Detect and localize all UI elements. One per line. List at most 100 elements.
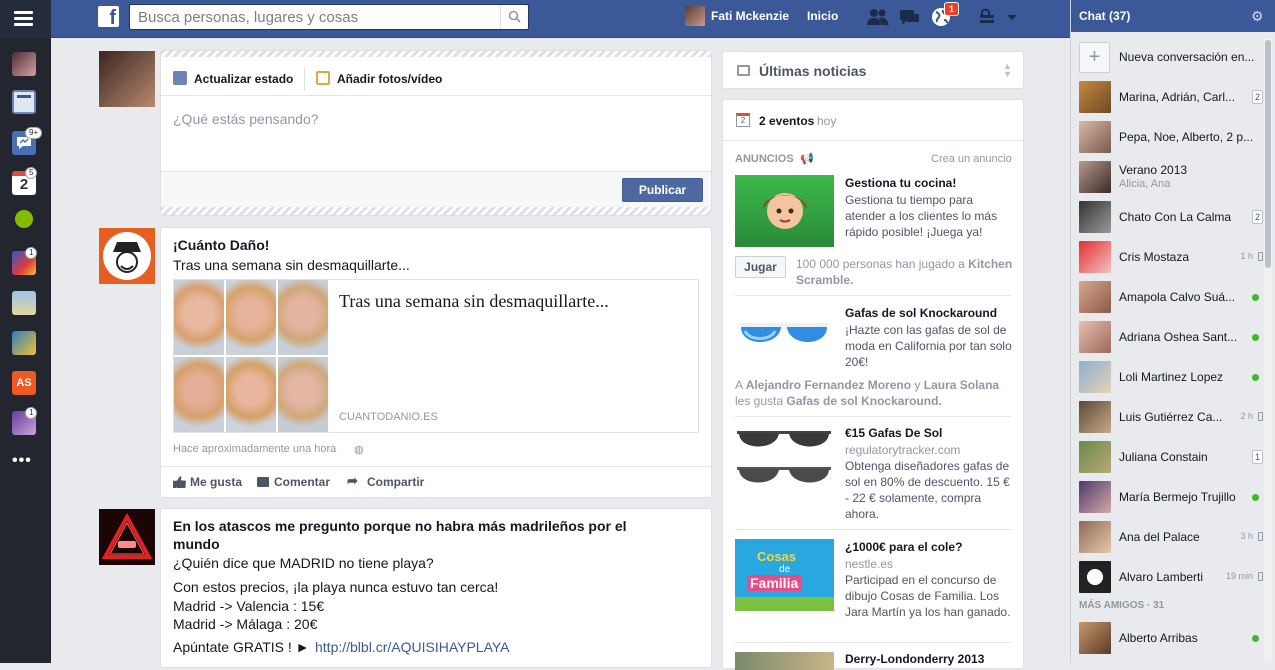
- like-button[interactable]: Me gusta: [190, 475, 242, 489]
- chat-row[interactable]: María Bermejo Trujillo: [1079, 480, 1265, 514]
- more-apps-icon[interactable]: •••: [12, 452, 32, 470]
- ad-title[interactable]: Gestiona tu cocina!: [845, 176, 956, 190]
- chat-name: Chato Con La Calma: [1119, 210, 1232, 224]
- chat-avatar: [1079, 561, 1111, 593]
- chat-avatar: [1079, 321, 1111, 353]
- chat-avatar: [1079, 361, 1111, 393]
- mobile-icon: [1258, 252, 1263, 261]
- user-avatar[interactable]: [685, 6, 705, 26]
- ad-image-text: Cosas: [757, 549, 797, 564]
- profile-link[interactable]: Fati Mckenzie: [711, 0, 789, 38]
- chat-row[interactable]: Adriana Oshea Sant...: [1079, 320, 1265, 354]
- play-button[interactable]: Jugar: [735, 256, 786, 278]
- ad-title[interactable]: Derry-Londonderry 2013: [845, 652, 984, 666]
- status-input[interactable]: ¿Qué estás pensando?: [173, 111, 319, 127]
- profile-avatar[interactable]: [12, 52, 36, 76]
- add-photo-tab[interactable]: Añadir fotos/vídeo: [337, 72, 442, 86]
- post-timestamp[interactable]: Hace aproximadamente una hora: [173, 443, 336, 455]
- chat-name: Verano 2013 Alicia, Ana: [1119, 163, 1269, 191]
- ad-social-person[interactable]: Laura Solana: [924, 378, 999, 392]
- gear-icon[interactable]: ⚙: [1251, 8, 1264, 25]
- chat-row[interactable]: Chato Con La Calma 2: [1079, 200, 1265, 234]
- chat-avatar: [1079, 201, 1111, 233]
- post-card: ¡Cuánto Daño! Tras una semana sin desmaq…: [160, 227, 712, 498]
- comment-button[interactable]: Comentar: [274, 475, 330, 489]
- news-feed-icon[interactable]: [12, 90, 36, 114]
- like-icon: [173, 476, 186, 488]
- post-text-line: ¿Quién dice que MADRID no tiene playa?: [173, 555, 434, 571]
- facebook-logo-icon[interactable]: f: [98, 6, 119, 27]
- ad-social-page[interactable]: Gafas de sol Knockaround.: [786, 394, 941, 408]
- search-input[interactable]: [130, 5, 500, 29]
- messages-badge: 9+: [25, 127, 43, 139]
- ad-image-sunglasses[interactable]: [735, 305, 834, 377]
- chat-avatar: [1079, 121, 1111, 153]
- sort-icon[interactable]: ▲ ▼: [1003, 62, 1012, 79]
- chat-row[interactable]: Luis Gutiérrez Ca... 2 h: [1079, 400, 1265, 434]
- ad-text: ¡Hazte con las gafas de sol de moda en C…: [845, 323, 1012, 369]
- chat-avatar: [1079, 481, 1111, 513]
- friend-requests-icon[interactable]: [866, 6, 890, 28]
- post-text-line: Madrid -> Málaga : 20€: [173, 616, 318, 632]
- ad-title[interactable]: €15 Gafas De Sol: [845, 426, 942, 440]
- news-feed-header[interactable]: Últimas noticias ▲ ▼: [722, 51, 1024, 89]
- chat-avatar: [1079, 161, 1111, 193]
- ad-image-derry[interactable]: [735, 652, 834, 670]
- post-link[interactable]: http://blbl.cr/AQUISIHAYPLAYA: [315, 639, 510, 655]
- app-icon-landscape[interactable]: [12, 291, 36, 315]
- megaphone-icon: 📢: [800, 153, 814, 165]
- chat-row[interactable]: Ana del Palace 3 h: [1079, 520, 1265, 554]
- ad-image-family[interactable]: Cosas de Familia: [735, 539, 834, 611]
- chat-name: María Bermejo Trujillo: [1119, 490, 1236, 504]
- link-preview-image: [174, 280, 328, 432]
- ad-title[interactable]: ¿1000€ para el cole?: [845, 540, 962, 554]
- chat-scrollbar[interactable]: [1264, 38, 1272, 663]
- chat-row[interactable]: Pepa, Noe, Alberto, 2 p...: [1079, 120, 1265, 154]
- app-icon-as[interactable]: AS: [12, 371, 36, 395]
- new-conversation-icon[interactable]: +: [1079, 42, 1110, 73]
- messages-icon[interactable]: [898, 6, 922, 28]
- ad-social-person[interactable]: Alejandro Fernandez Moreno: [746, 378, 911, 392]
- chat-row[interactable]: Verano 2013 Alicia, Ana: [1079, 160, 1265, 194]
- chat-row[interactable]: Alberto Arribas: [1079, 621, 1265, 655]
- spotify-icon[interactable]: [15, 210, 33, 228]
- chat-name: Juliana Constain: [1119, 450, 1208, 464]
- post-title[interactable]: En los atascos me pregunto porque no hab…: [173, 517, 673, 553]
- chat-header[interactable]: Chat (37): [1071, 0, 1275, 32]
- ad-title[interactable]: Gafas de sol Knockaround: [845, 306, 997, 320]
- share-icon: ➦: [347, 473, 358, 488]
- chat-row[interactable]: Amapola Calvo Suá...: [1079, 280, 1265, 314]
- share-button[interactable]: Compartir: [367, 475, 424, 489]
- events-count[interactable]: 2 eventos: [759, 114, 814, 128]
- ad-image-aviators[interactable]: [735, 425, 834, 497]
- chat-row[interactable]: Cris Mostaza 1 h: [1079, 240, 1265, 274]
- new-conversation-link[interactable]: Nueva conversación en...: [1119, 50, 1265, 64]
- chat-name: Amapola Calvo Suá...: [1119, 290, 1236, 304]
- publish-button[interactable]: Publicar: [622, 178, 703, 202]
- post1-avatar[interactable]: [99, 228, 155, 284]
- privacy-shortcuts-icon[interactable]: [978, 6, 1002, 28]
- ad-image-cooking[interactable]: [735, 175, 834, 247]
- menu-icon[interactable]: [0, 0, 51, 38]
- chat-row[interactable]: Alvaro Lamberti 19 min: [1079, 560, 1265, 594]
- home-link[interactable]: Inicio: [807, 0, 838, 38]
- online-status-icon: [1252, 374, 1259, 381]
- chat-row[interactable]: Marina, Adrián, Carl... 2: [1079, 80, 1265, 114]
- chat-avatar: [1079, 281, 1111, 313]
- update-status-tab[interactable]: Actualizar estado: [194, 72, 293, 86]
- create-ad-link[interactable]: Crea un anuncio: [931, 153, 1012, 165]
- composer-avatar[interactable]: [99, 51, 155, 107]
- events-when: hoy: [817, 114, 837, 128]
- composer-card: Actualizar estado Añadir fotos/vídeo ¿Qu…: [160, 50, 712, 216]
- chat-avatar: [1079, 241, 1111, 273]
- post-title[interactable]: ¡Cuánto Daño!: [173, 237, 269, 253]
- chevron-down-icon[interactable]: [1004, 6, 1028, 28]
- post2-avatar[interactable]: [99, 509, 155, 565]
- chat-row[interactable]: Loli Martinez Lopez: [1079, 360, 1265, 394]
- link-preview[interactable]: Tras una semana sin desmaquillarte... CU…: [173, 279, 699, 433]
- search-button[interactable]: [500, 5, 528, 29]
- app-icon-blocks[interactable]: [12, 331, 36, 355]
- chat-row[interactable]: Juliana Constain 1: [1079, 440, 1265, 474]
- chat-avatar: [1079, 401, 1111, 433]
- link-preview-title[interactable]: Tras una semana sin desmaquillarte...: [339, 291, 609, 312]
